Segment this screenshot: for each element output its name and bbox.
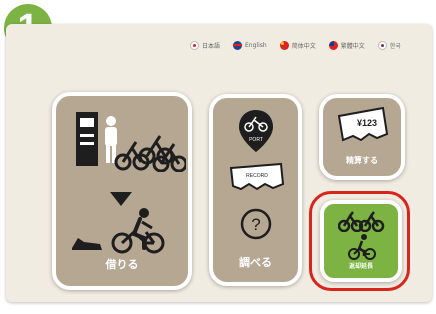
language-label: 繁體中文 (340, 42, 365, 50)
port-text: PORT (249, 137, 263, 143)
extend-label: 返却延長 (348, 263, 373, 270)
receipt-yen-icon: ¥123 (337, 106, 389, 142)
language-option-korean[interactable]: 한국 (377, 40, 401, 50)
extend-button[interactable]: 返却延長 (320, 200, 402, 282)
bicycles-icon (114, 135, 186, 172)
question-icon: ? (240, 208, 272, 240)
shoe-icon (72, 238, 102, 250)
cyclist-icon (111, 208, 165, 254)
cyclist-icon (348, 234, 376, 260)
language-label: English (245, 41, 267, 49)
language-label: 한국 (389, 42, 401, 50)
port-pin-icon: PORT (239, 110, 273, 152)
rent-button[interactable]: 借りる (52, 92, 192, 290)
korea-flag-icon (377, 40, 387, 50)
language-label: 简体中文 (291, 42, 316, 50)
question-text: ? (251, 215, 260, 234)
terminal-icon (76, 112, 98, 166)
settle-label: 精算する (346, 156, 378, 165)
record-text: RECORD (246, 173, 268, 179)
uk-flag-icon (233, 40, 243, 50)
taiwan-flag-icon (328, 40, 338, 50)
search-label: 調べる (239, 256, 272, 269)
china-flag-icon (279, 40, 289, 50)
rent-label: 借りる (105, 258, 139, 271)
bicycles-icon (338, 211, 385, 232)
language-option-japanese[interactable]: 日本語 (190, 40, 221, 50)
language-option-english[interactable]: English (233, 40, 267, 50)
record-receipt-icon: RECORD (229, 162, 285, 191)
search-button[interactable]: PORT RECORD ? 調べる (209, 94, 302, 286)
language-option-traditional-chinese[interactable]: 繁體中文 (328, 40, 365, 50)
japan-flag-icon (190, 40, 199, 50)
language-bar: 日本語 English 简体中文 繁體中文 한국 (190, 38, 428, 52)
arrow-down-icon (110, 192, 132, 206)
settle-button[interactable]: ¥123 精算する (319, 94, 405, 180)
language-label: 日本語 (202, 42, 221, 50)
language-option-simplified-chinese[interactable]: 简体中文 (279, 40, 316, 50)
yen-amount-text: ¥123 (357, 118, 377, 128)
